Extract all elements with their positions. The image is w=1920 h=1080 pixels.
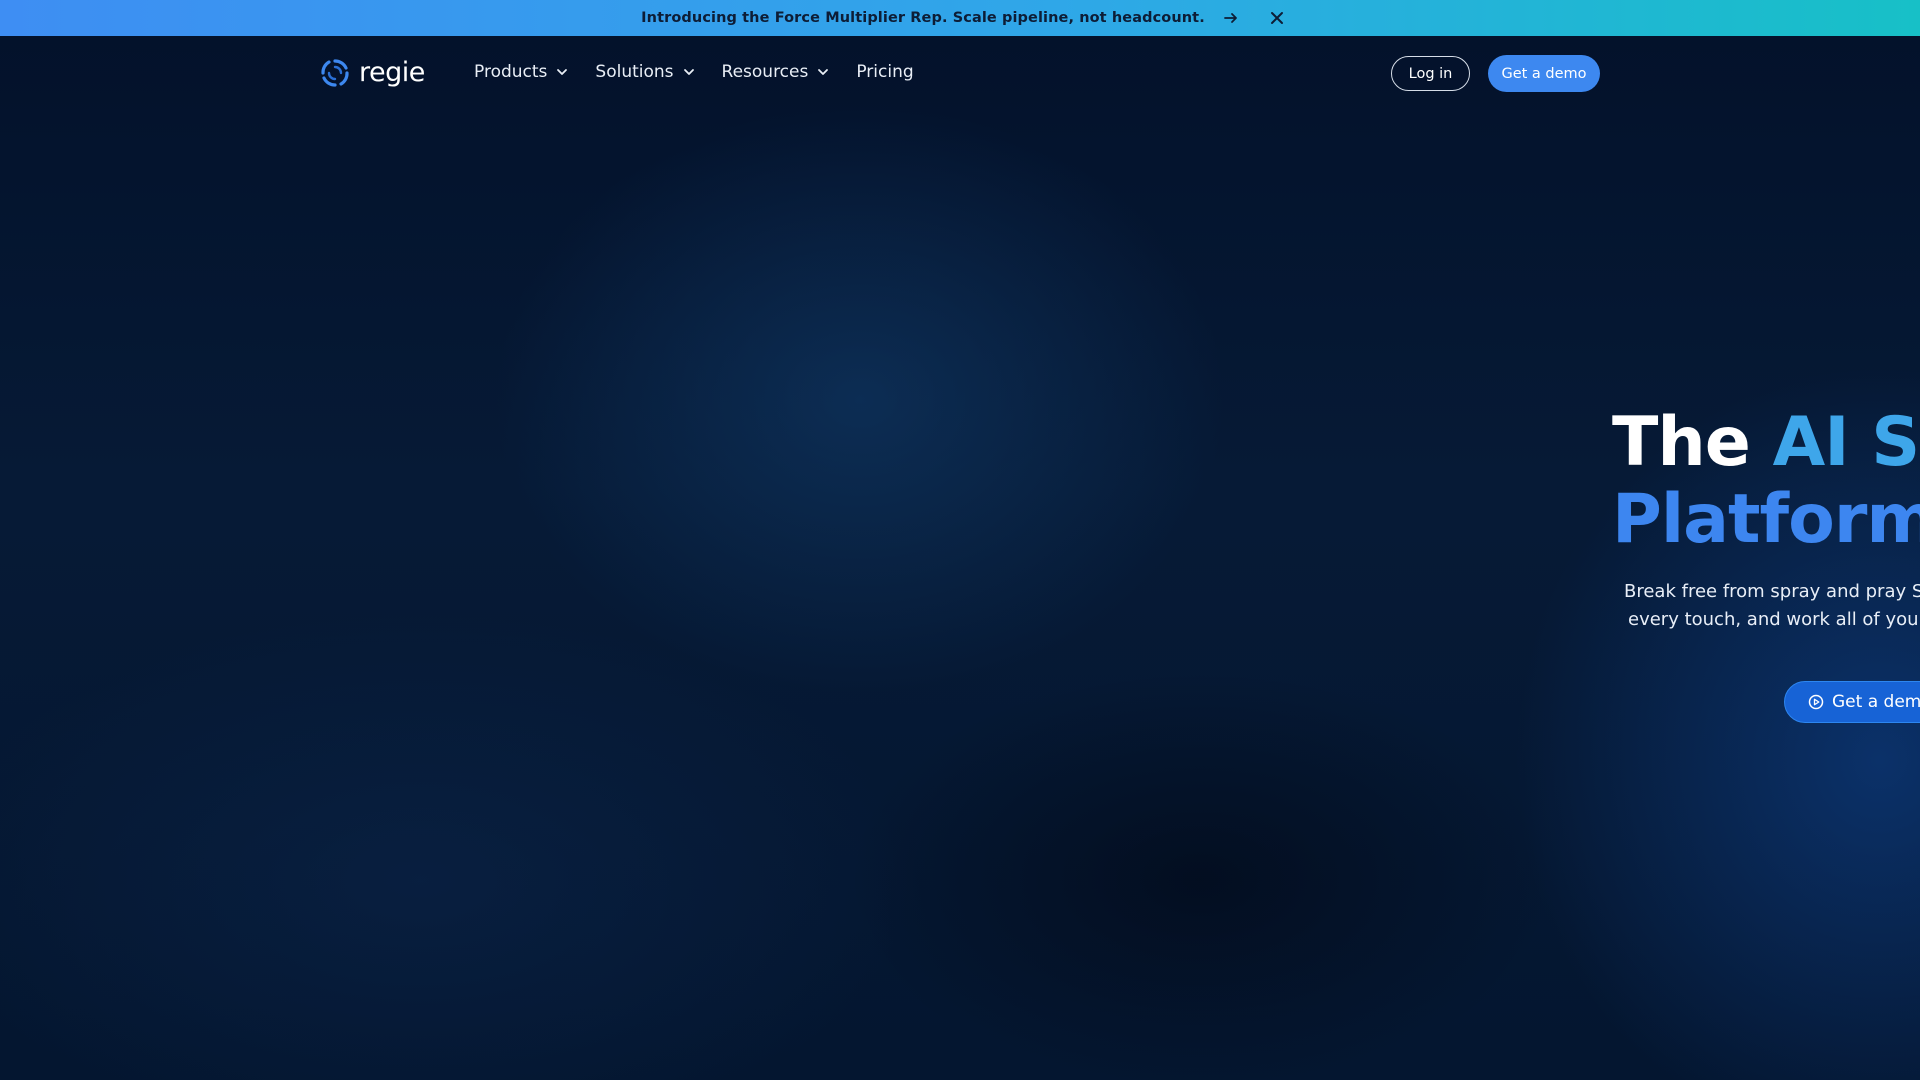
main-menu: Products Solutions Resources Pricing	[474, 62, 940, 82]
hero-get-demo-button[interactable]: Get a demo	[1784, 681, 1920, 723]
nav-item-label: Solutions	[595, 62, 674, 82]
nav-item-resources[interactable]: Resources	[722, 62, 831, 82]
chevron-down-icon	[683, 69, 694, 75]
chevron-down-icon	[818, 69, 829, 75]
announcement-bar[interactable]: Introducing the Force Multiplier Rep. Sc…	[0, 0, 1920, 36]
hero-subtitle-line: every touch, and work all of your be	[1628, 609, 1920, 630]
hero-title: The AI SalPlatform fo	[1612, 404, 1920, 558]
regie-logo-icon	[321, 58, 349, 87]
logo[interactable]: regie	[320, 57, 425, 88]
hero-title-accent: AI Sal	[1772, 403, 1920, 482]
landing-page: Introducing the Force Multiplier Rep. Sc…	[0, 0, 1920, 1080]
nav-item-products[interactable]: Products	[474, 62, 569, 82]
hero-subtitle: Break free from spray and pray SEP every…	[1624, 578, 1920, 634]
chevron-down-icon	[557, 69, 568, 75]
hero-subtitle-line: Break free from spray and pray SEP	[1624, 581, 1920, 602]
hero-title-accent: Platform	[1612, 480, 1920, 559]
nav-item-solutions[interactable]: Solutions	[595, 62, 695, 82]
hero-cta-label: Get a demo	[1832, 692, 1920, 712]
nav-item-pricing[interactable]: Pricing	[856, 62, 913, 82]
nav-item-label: Pricing	[856, 62, 914, 82]
top-navigation: regie Products Solutions Resources Prici…	[0, 36, 1920, 112]
get-demo-button[interactable]: Get a demo	[1488, 55, 1600, 92]
arrow-right-icon[interactable]	[1223, 10, 1239, 26]
play-circle-icon	[1808, 694, 1824, 710]
hero-title-plain: The	[1612, 403, 1773, 482]
login-button[interactable]: Log in	[1391, 56, 1470, 91]
nav-item-label: Resources	[721, 62, 809, 82]
announcement-text[interactable]: Introducing the Force Multiplier Rep. Sc…	[641, 10, 1205, 26]
close-icon[interactable]	[1268, 9, 1286, 27]
logo-text: regie	[359, 57, 425, 88]
nav-item-label: Products	[474, 62, 548, 82]
announcement-content[interactable]: Introducing the Force Multiplier Rep. Sc…	[641, 10, 1239, 26]
